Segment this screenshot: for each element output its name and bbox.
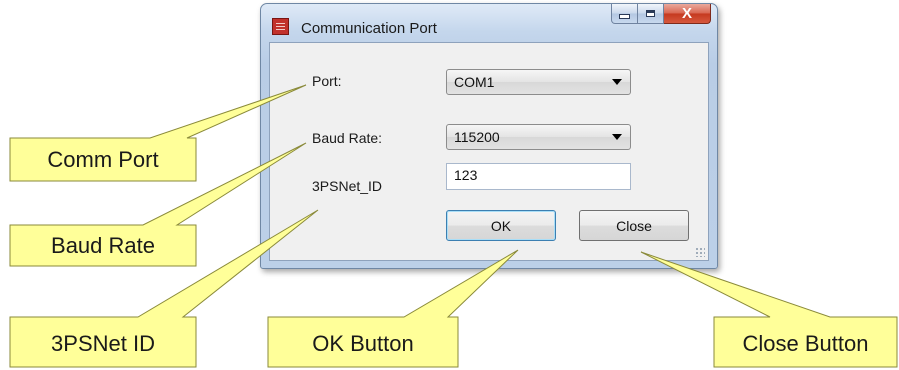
callout-shapes: [9, 84, 898, 368]
callout-baud-rate: Baud Rate: [51, 232, 155, 258]
callout-close-button: Close Button: [742, 330, 869, 356]
callout-netid: 3PSNet ID: [51, 330, 155, 356]
callout-comm-port: Comm Port: [47, 146, 159, 172]
callout-ok-button: OK Button: [312, 330, 414, 356]
